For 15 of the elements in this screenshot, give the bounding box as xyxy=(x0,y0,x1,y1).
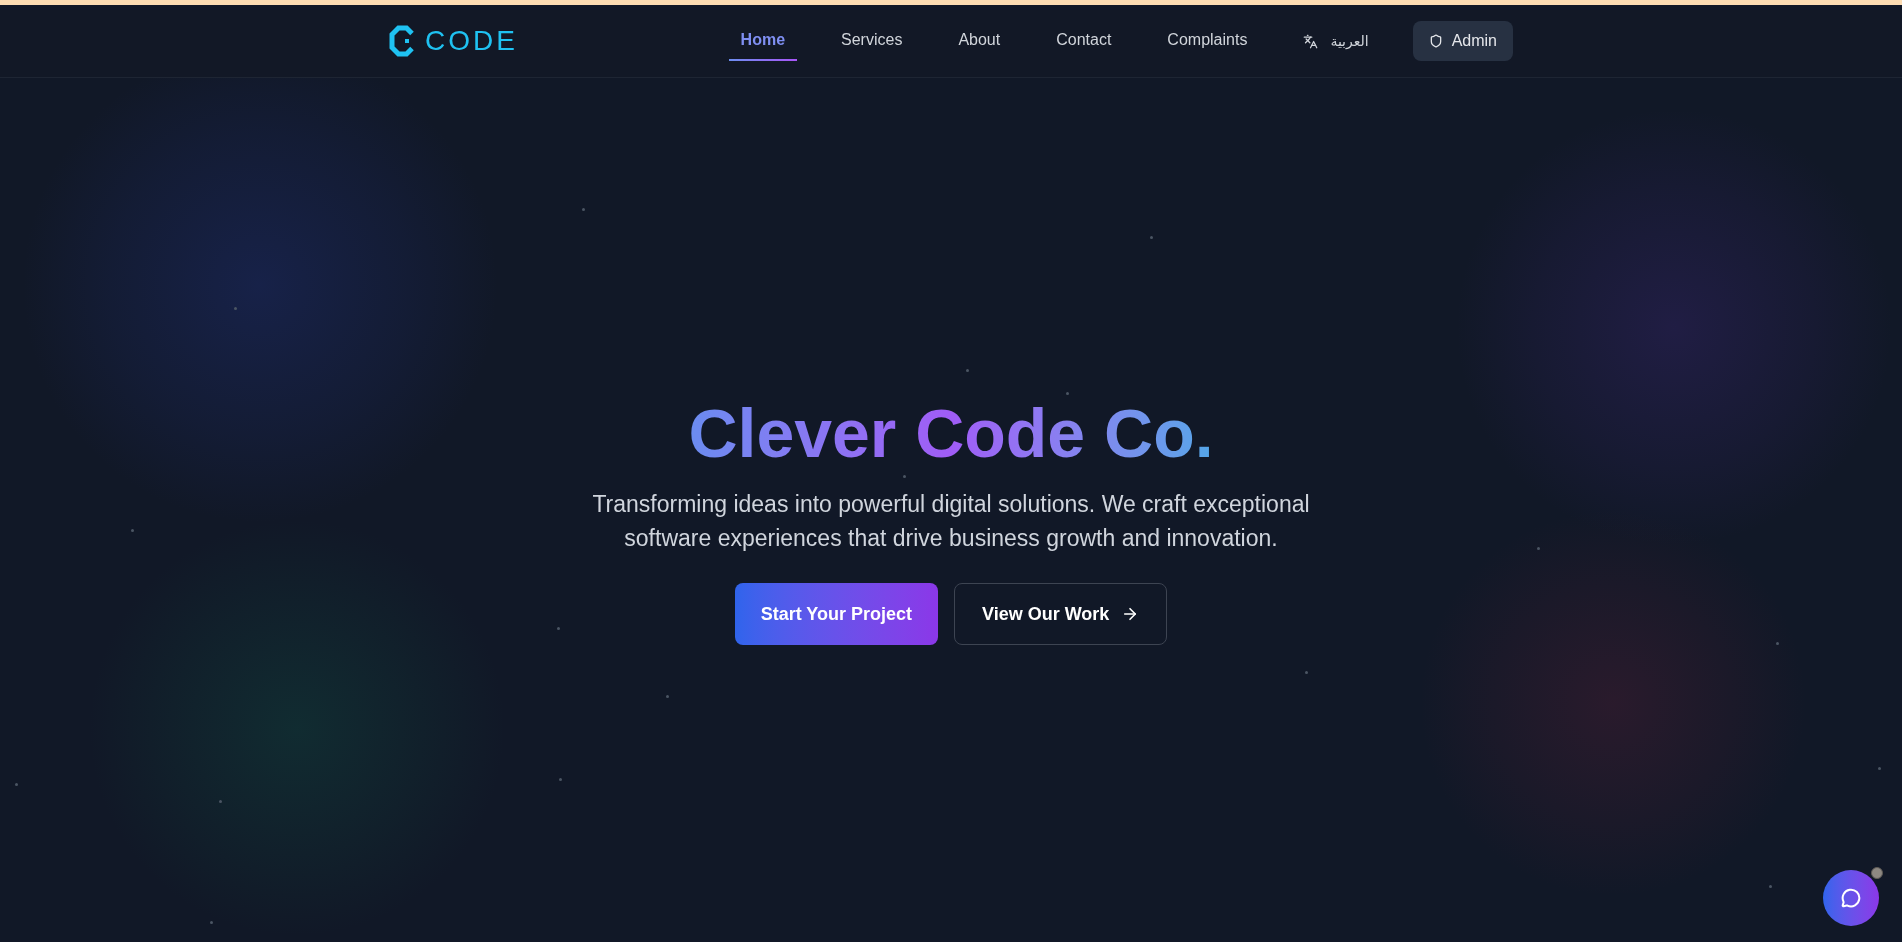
nav-link[interactable]: Services xyxy=(829,21,915,61)
translate-icon xyxy=(1303,33,1319,49)
hero-subtitle: Transforming ideas into powerful digital solutions. We craft exceptional software experiences that drive business growth and innovation. xyxy=(591,490,1311,553)
chat-button[interactable] xyxy=(1823,870,1879,926)
view-work-button[interactable]: View Our Work xyxy=(954,583,1168,645)
admin-button[interactable]: Admin xyxy=(1412,21,1513,61)
nav-link[interactable]: Contact xyxy=(1044,21,1124,61)
nav-link[interactable]: About xyxy=(946,21,1013,61)
start-project-button[interactable]: Start Your Project xyxy=(734,583,938,645)
shield-icon xyxy=(1428,34,1443,48)
chat-bubble-icon xyxy=(1841,888,1861,908)
language-link[interactable]: العربية xyxy=(1291,21,1381,61)
logo-icon xyxy=(389,25,417,57)
nav-link[interactable]: Complaints xyxy=(1155,21,1260,61)
logo-link[interactable]: CODE xyxy=(389,25,518,57)
